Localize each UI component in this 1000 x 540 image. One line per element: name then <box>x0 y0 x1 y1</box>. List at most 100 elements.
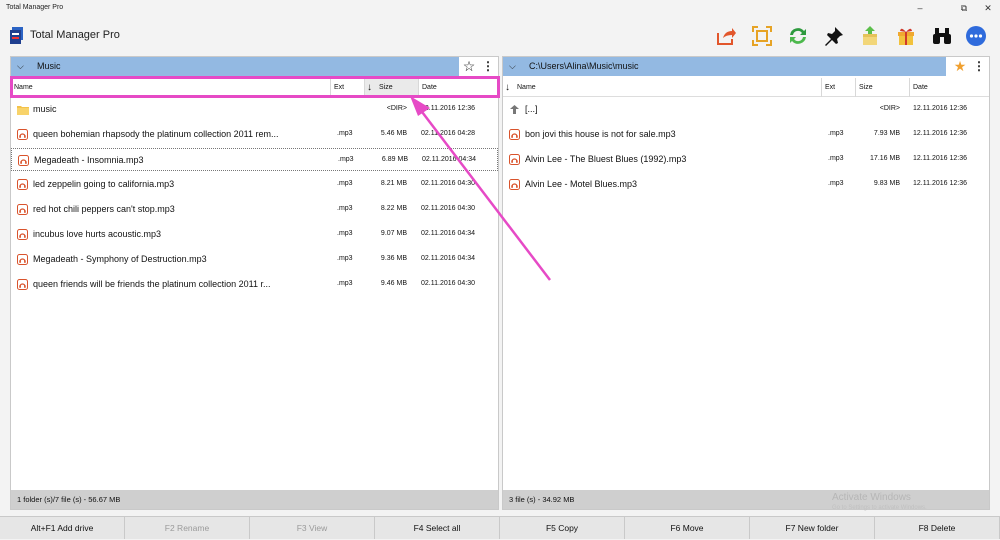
share-button[interactable] <box>714 24 738 48</box>
sync-icon <box>790 28 806 44</box>
file-size: 9.83 MB <box>873 180 900 187</box>
file-row[interactable]: red hot chili peppers can't stop.mp3 .mp3… <box>11 198 498 221</box>
pin-icon <box>825 27 843 46</box>
search-button[interactable] <box>930 24 954 48</box>
left-status-bar: 1 folder (s)/7 file (s) - 56.67 MB <box>11 490 498 509</box>
left-path-header[interactable]: ⌵ Music <box>11 57 459 76</box>
file-name: led zeppelin going to california.mp3 <box>33 179 175 189</box>
file-type-icon <box>509 104 520 115</box>
favorite-star-icon[interactable]: ☆ <box>460 57 478 76</box>
file-size: <DIR> <box>386 105 407 112</box>
file-size: <DIR> <box>879 105 900 112</box>
file-ext: .mp3 <box>338 156 354 163</box>
collapse-chevron-icon[interactable]: ⌵ <box>509 61 516 72</box>
select-frame-button[interactable] <box>750 24 774 48</box>
file-name: bon jovi this house is not for sale.mp3 <box>525 129 676 139</box>
file-date: 02.11.2016 04:30 <box>421 180 475 187</box>
favorite-star-filled-icon[interactable]: ★ <box>951 57 969 76</box>
col-date[interactable]: Date <box>910 78 989 97</box>
title-bar: Total Manager Pro – ⧉ ✕ <box>0 0 1000 16</box>
file-date: 12.11.2016 12:36 <box>913 105 967 112</box>
file-date: 02.11.2016 04:34 <box>421 255 475 262</box>
file-row[interactable]: queen friends will be friends the platin… <box>11 273 498 296</box>
restore-button[interactable]: ⧉ <box>952 2 976 14</box>
fkey-button[interactable]: F7 New folder <box>750 516 875 539</box>
right-path: C:\Users\Alina\Music\music <box>529 61 639 71</box>
parent-dir-row[interactable]: [...] <DIR> 12.11.2016 12:36 <box>503 98 989 121</box>
file-type-icon <box>509 129 520 140</box>
right-path-header[interactable]: ⌵ C:\Users\Alina\Music\music <box>503 57 946 76</box>
file-row[interactable]: queen bohemian rhapsody the platinum col… <box>11 123 498 146</box>
audio-file-icon <box>17 279 28 290</box>
file-row[interactable]: Megadeath - Symphony of Destruction.mp3.… <box>11 248 498 271</box>
col-size[interactable]: Size <box>856 78 910 97</box>
folder-icon <box>17 106 29 115</box>
file-row[interactable]: bon jovi this house is not for sale.mp3.… <box>503 123 989 146</box>
fkey-button[interactable]: F4 Select all <box>375 516 500 539</box>
sync-button[interactable] <box>786 24 810 48</box>
binoculars-icon <box>933 28 951 44</box>
gift-icon <box>898 28 914 45</box>
fkey-button[interactable]: F3 View <box>250 516 375 539</box>
archive-button[interactable] <box>858 24 882 48</box>
file-name: queen bohemian rhapsody the platinum col… <box>33 129 279 139</box>
file-ext: .mp3 <box>337 280 353 287</box>
collapse-chevron-icon[interactable]: ⌵ <box>17 61 24 72</box>
file-name: [...] <box>525 104 538 114</box>
file-size: 17.16 MB <box>870 155 900 162</box>
file-type-icon <box>17 229 28 240</box>
file-size: 8.21 MB <box>380 180 407 187</box>
file-name: Alvin Lee - Motel Blues.mp3 <box>525 179 638 189</box>
audio-file-icon <box>17 179 28 190</box>
file-date: 02.11.2016 04:30 <box>421 280 475 287</box>
file-date: 12.11.2016 12:36 <box>913 155 967 162</box>
file-size: 8.22 MB <box>380 205 407 212</box>
left-path: Music <box>37 61 61 71</box>
right-column-header: ↓ Name Ext Size Date <box>503 78 989 97</box>
fkey-button[interactable]: F6 Move <box>625 516 750 539</box>
file-row[interactable]: Alvin Lee - The Bluest Blues (1992).mp3.… <box>503 148 989 171</box>
file-row[interactable]: led zeppelin going to california.mp3 .mp3… <box>11 173 498 196</box>
file-size: 6.89 MB <box>381 156 408 163</box>
pin-button[interactable] <box>822 24 846 48</box>
select-frame-icon <box>752 26 772 46</box>
audio-file-icon <box>509 129 520 140</box>
fkey-button[interactable]: F5 Copy <box>500 516 625 539</box>
fkey-button[interactable]: F2 Rename <box>125 516 250 539</box>
file-date: 12.11.2016 12:36 <box>913 130 967 137</box>
audio-file-icon <box>509 154 520 165</box>
file-row[interactable]: incubus love hurts acoustic.mp3 .mp3 9.07 … <box>11 223 498 246</box>
col-ext[interactable]: Ext <box>822 78 856 97</box>
file-date: 02.11.2016 04:34 <box>421 230 475 237</box>
minimize-button[interactable]: – <box>908 2 932 14</box>
close-button[interactable]: ✕ <box>976 2 1000 14</box>
file-ext: .mp3 <box>337 205 353 212</box>
file-size: 7.93 MB <box>873 130 900 137</box>
file-ext: .mp3 <box>337 130 353 137</box>
file-type-icon <box>18 155 29 166</box>
folder-row[interactable]: music <DIR> 12.11.2016 12:36 <box>11 98 498 121</box>
file-type-icon <box>17 129 28 140</box>
file-name: queen friends will be friends the platin… <box>33 279 271 289</box>
gift-button[interactable] <box>894 24 918 48</box>
file-size: 9.07 MB <box>380 230 407 237</box>
file-type-icon <box>17 279 28 290</box>
col-name[interactable]: ↓ Name <box>503 78 822 97</box>
right-more-icon[interactable]: ⋮ <box>973 57 985 76</box>
file-type-icon <box>509 154 520 165</box>
fkey-button[interactable]: F8 Delete <box>875 516 1000 539</box>
file-date: 12.11.2016 12:36 <box>421 105 475 112</box>
file-row[interactable]: Megadeath - Insomnia.mp3 .mp3 6.89 MB 02.11… <box>11 148 498 171</box>
file-type-icon <box>17 254 28 265</box>
file-ext: .mp3 <box>828 155 844 162</box>
audio-file-icon <box>17 129 28 140</box>
left-more-icon[interactable]: ⋮ <box>482 57 494 76</box>
fkey-button[interactable]: Alt+F1 Add drive <box>0 516 125 539</box>
file-date: 12.11.2016 12:36 <box>913 180 967 187</box>
more-options-button[interactable] <box>964 24 988 48</box>
audio-file-icon <box>17 204 28 215</box>
file-ext: .mp3 <box>828 130 844 137</box>
file-row[interactable]: Alvin Lee - Motel Blues.mp3 .mp3 9.83 MB 12… <box>503 173 989 196</box>
file-size: 9.46 MB <box>380 280 407 287</box>
file-ext: .mp3 <box>828 180 844 187</box>
